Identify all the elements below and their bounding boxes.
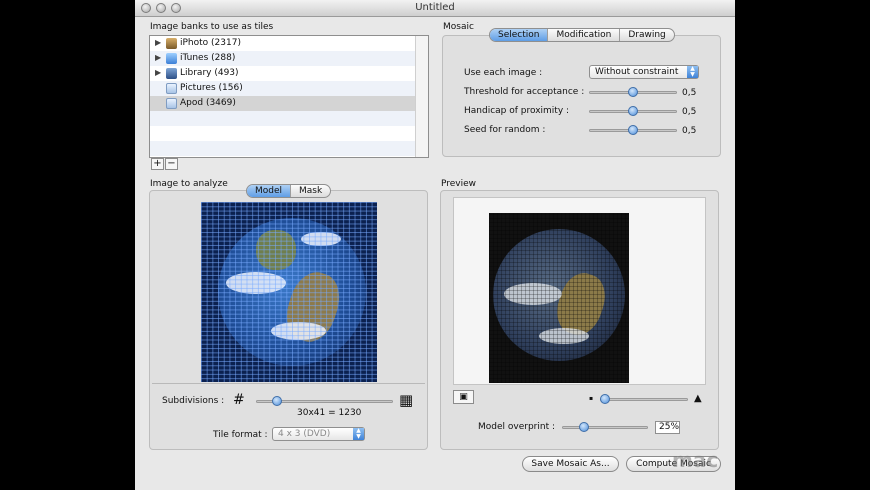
- threshold-value: 0,5: [682, 88, 697, 98]
- list-item[interactable]: Pictures (156): [150, 81, 418, 96]
- popup-arrows-icon: ▲ ▼: [687, 66, 698, 78]
- tile-format-label: Tile format :: [213, 430, 268, 440]
- list-item-label: Apod (3469): [180, 98, 236, 108]
- subdivisions-value: 30x41 = 1230: [297, 408, 362, 418]
- handicap-slider-knob[interactable]: [628, 106, 638, 116]
- subdivisions-slider[interactable]: [256, 396, 393, 406]
- watermark-logo: mac: [672, 448, 719, 472]
- handicap-label: Handicap of proximity :: [464, 106, 570, 116]
- tab-model[interactable]: Model: [247, 185, 292, 197]
- overprint-label: Model overprint :: [478, 422, 555, 432]
- tab-drawing[interactable]: Drawing: [620, 29, 673, 41]
- mosaic-tabs: Selection Modification Drawing: [489, 28, 675, 42]
- disclosure-triangle-icon[interactable]: ▶: [155, 53, 161, 62]
- itunes-icon: [166, 53, 177, 64]
- list-scrollbar[interactable]: [415, 36, 428, 157]
- disclosure-triangle-icon[interactable]: ▶: [155, 38, 161, 47]
- popup-arrows-icon: ▲ ▼: [353, 428, 364, 440]
- iphoto-icon: [166, 38, 177, 49]
- list-item-label: Library (493): [180, 68, 239, 78]
- analyze-tabs: Model Mask: [246, 184, 332, 198]
- mosaic-preview-image: [489, 213, 629, 383]
- list-item-label: Pictures (156): [180, 83, 243, 93]
- seed-value: 0,5: [682, 126, 697, 136]
- subdivision-grid: [201, 202, 377, 382]
- library-icon: [166, 68, 177, 79]
- list-item-label: iTunes (288): [180, 53, 236, 63]
- add-bank-button[interactable]: +: [151, 158, 164, 170]
- tab-modification[interactable]: Modification: [548, 29, 621, 41]
- subdivisions-label: Subdivisions :: [162, 396, 225, 406]
- fine-grid-icon: ▦: [399, 391, 414, 409]
- overprint-field[interactable]: 25%: [655, 421, 680, 434]
- save-mosaic-button[interactable]: Save Mosaic As...: [522, 456, 619, 472]
- preview-zoom-slider[interactable]: [600, 394, 688, 404]
- use-each-popup[interactable]: Without constraint ▲ ▼: [589, 65, 699, 79]
- threshold-label: Threshold for acceptance :: [464, 87, 585, 97]
- separator: [152, 383, 425, 384]
- coarse-grid-icon: #: [233, 392, 245, 408]
- mosaic-tiles: [489, 213, 629, 383]
- window-title: Untitled: [415, 2, 455, 13]
- preview-area: [453, 197, 706, 385]
- seed-slider-knob[interactable]: [628, 125, 638, 135]
- banks-heading: Image banks to use as tiles: [150, 22, 274, 32]
- handicap-slider[interactable]: [589, 106, 677, 116]
- threshold-slider[interactable]: [589, 87, 677, 97]
- fullscreen-button[interactable]: ▣: [453, 390, 474, 404]
- list-item[interactable]: ▶ iTunes (288): [150, 51, 418, 66]
- mosaic-heading: Mosaic: [443, 22, 474, 32]
- title-bar: Untitled: [135, 0, 735, 17]
- overprint-slider-knob[interactable]: [579, 422, 589, 432]
- tab-mask[interactable]: Mask: [291, 185, 330, 197]
- analyze-heading: Image to analyze: [150, 179, 228, 189]
- folder-icon: [166, 83, 177, 94]
- list-item[interactable]: Apod (3469): [150, 96, 418, 111]
- empty-row: [150, 111, 418, 126]
- tile-format-value: 4 x 3 (DVD): [278, 429, 331, 439]
- small-image-icon: ▪: [589, 395, 594, 402]
- overprint-slider[interactable]: [562, 422, 648, 432]
- remove-bank-button[interactable]: −: [165, 158, 178, 170]
- large-image-icon: ▲: [694, 393, 702, 404]
- folder-icon: [166, 98, 177, 109]
- disclosure-triangle-icon[interactable]: ▶: [155, 68, 161, 77]
- use-each-label: Use each image :: [464, 68, 543, 78]
- list-item-label: iPhoto (2317): [180, 38, 241, 48]
- use-each-value: Without constraint: [595, 67, 679, 77]
- empty-row: [150, 141, 418, 156]
- banks-list[interactable]: ▶ iPhoto (2317) ▶ iTunes (288) ▶ Library…: [149, 35, 429, 158]
- preview-heading: Preview: [441, 179, 477, 189]
- list-item[interactable]: ▶ iPhoto (2317): [150, 36, 418, 51]
- seed-slider[interactable]: [589, 125, 677, 135]
- tile-format-popup[interactable]: 4 x 3 (DVD) ▲ ▼: [272, 427, 365, 441]
- tab-selection[interactable]: Selection: [490, 29, 549, 41]
- handicap-value: 0,5: [682, 107, 697, 117]
- list-item[interactable]: ▶ Library (493): [150, 66, 418, 81]
- model-image: [201, 202, 377, 382]
- threshold-slider-knob[interactable]: [628, 87, 638, 97]
- seed-label: Seed for random :: [464, 125, 546, 135]
